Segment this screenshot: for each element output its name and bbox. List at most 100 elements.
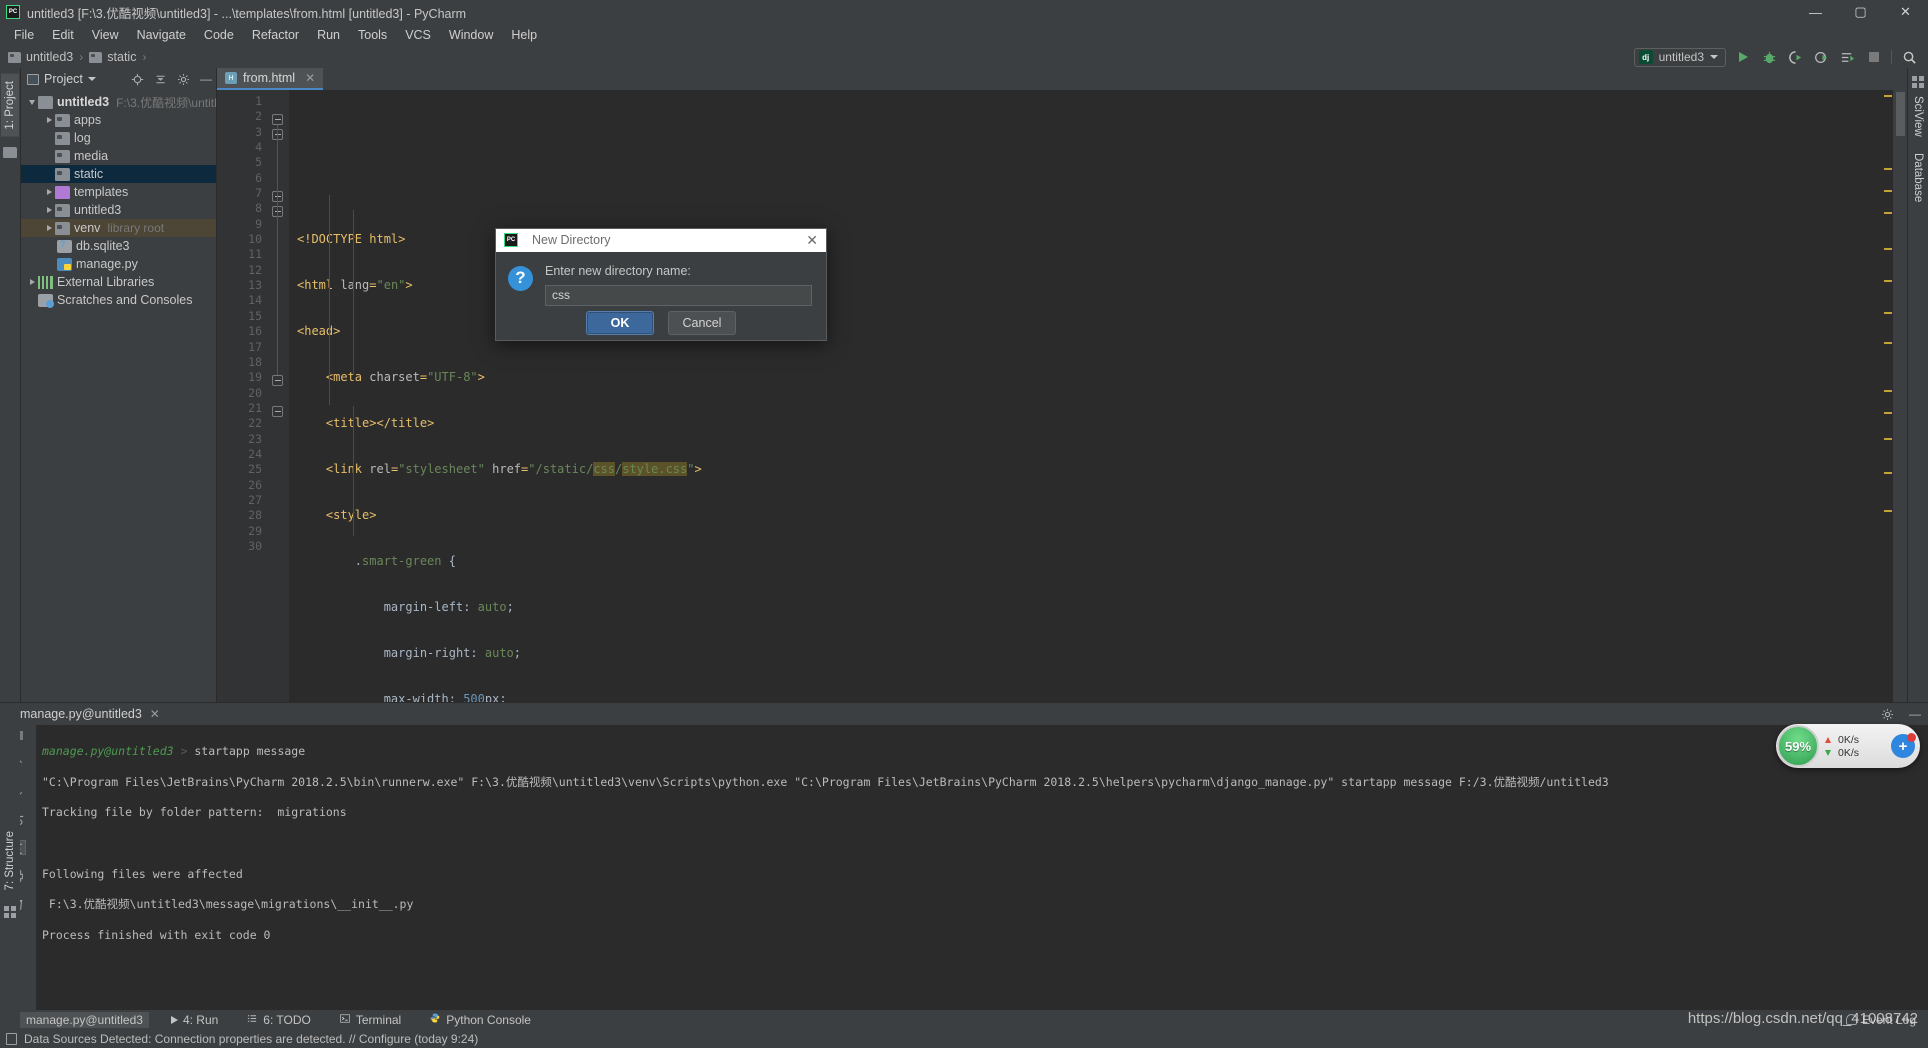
- status-message[interactable]: Data Sources Detected: Connection proper…: [24, 1032, 478, 1046]
- tw-button-terminal[interactable]: Terminal: [333, 1012, 407, 1028]
- menu-item-file[interactable]: File: [6, 26, 42, 44]
- tree-row-manage-py[interactable]: manage.py: [21, 255, 216, 273]
- folder-icon: [38, 95, 53, 109]
- layout-grid-icon[interactable]: [1912, 76, 1924, 88]
- tree-row-static[interactable]: static: [21, 165, 216, 183]
- hide-panel-icon[interactable]: —: [199, 72, 213, 86]
- folder-icon: [89, 51, 103, 63]
- ok-button[interactable]: OK: [586, 310, 654, 335]
- run-coverage-icon[interactable]: [1787, 49, 1804, 66]
- menu-item-refactor[interactable]: Refactor: [244, 26, 307, 44]
- tool-tab-sciview[interactable]: SciView: [1909, 88, 1927, 145]
- fold-handle-html[interactable]: [272, 114, 283, 125]
- maximize-button[interactable]: ▢: [1838, 0, 1883, 24]
- close-icon[interactable]: ✕: [806, 233, 818, 247]
- fold-handle-smartgreen-end[interactable]: [272, 375, 283, 386]
- chevron-down-icon[interactable]: [26, 96, 38, 108]
- fold-handle-smartgreen-h1[interactable]: [272, 406, 283, 417]
- close-icon[interactable]: ✕: [305, 71, 315, 85]
- chevron-right-icon[interactable]: [43, 222, 55, 234]
- debug-icon[interactable]: [1761, 49, 1778, 66]
- tool-tab-structure[interactable]: 7: Structure: [1, 823, 19, 898]
- tree-row-scratches-consoles[interactable]: Scratches and Consoles: [21, 291, 216, 309]
- tw-button-manage-py[interactable]: manage.py@untitled3: [20, 1011, 149, 1028]
- search-everywhere-icon[interactable]: [1901, 49, 1918, 66]
- chevron-right-icon[interactable]: [43, 204, 55, 216]
- add-button[interactable]: +: [1891, 733, 1916, 758]
- folder-icon: [55, 167, 70, 181]
- breadcrumb-item-untitled3[interactable]: untitled3: [8, 50, 73, 64]
- library-icon: [38, 275, 53, 289]
- window-controls: — ▢ ✕: [1793, 0, 1928, 24]
- editor-tab-from-html[interactable]: H from.html ✕: [217, 68, 324, 90]
- line-number: 9: [255, 216, 262, 231]
- tree-row-untitled3[interactable]: untitled3 F:\3.优酷视频\untitled3: [21, 93, 216, 111]
- run-configuration-selector[interactable]: dj untitled3: [1633, 47, 1726, 67]
- run-with-params-icon[interactable]: [1839, 49, 1856, 66]
- title-bar: PC untitled3 [F:\3.优酷视频\untitled3] - ...…: [0, 0, 1928, 24]
- menu-item-window[interactable]: Window: [441, 26, 501, 44]
- tool-tab-database[interactable]: Database: [1909, 145, 1927, 210]
- scrollbar-thumb[interactable]: [1896, 92, 1905, 136]
- tree-row-templates[interactable]: templates: [21, 183, 216, 201]
- line-number: 28: [248, 508, 262, 523]
- chevron-right-icon[interactable]: [43, 114, 55, 126]
- new-directory-dialog: PC New Directory ✕ ? Enter new directory…: [495, 228, 827, 341]
- watermark-text: https://blog.csdn.net/qq_41008742: [1687, 1010, 1918, 1027]
- collapse-all-icon[interactable]: [153, 72, 167, 86]
- profile-icon[interactable]: [1813, 49, 1830, 66]
- no-arrow: [43, 168, 55, 180]
- stop-icon[interactable]: [1865, 49, 1882, 66]
- settings-gear-icon[interactable]: [1880, 707, 1894, 721]
- locate-icon[interactable]: [130, 72, 144, 86]
- run-console-output[interactable]: manage.py@untitled3 > startapp message "…: [36, 725, 1928, 1010]
- tree-row-media[interactable]: media: [21, 147, 216, 165]
- line-number: 24: [248, 446, 262, 461]
- tw-button-python-console[interactable]: Python Console: [423, 1011, 537, 1028]
- python-file-icon: [57, 257, 72, 271]
- cancel-button[interactable]: Cancel: [668, 310, 736, 335]
- run-tab-label[interactable]: manage.py@untitled3: [20, 707, 150, 721]
- tool-tab-project[interactable]: 1: Project: [1, 74, 19, 137]
- tree-row-log[interactable]: log: [21, 129, 216, 147]
- folder-icon[interactable]: [3, 146, 17, 158]
- menu-item-view[interactable]: View: [84, 26, 127, 44]
- settings-gear-icon[interactable]: [176, 72, 190, 86]
- tree-label: manage.py: [76, 257, 138, 271]
- folder-icon: [55, 131, 70, 145]
- close-icon[interactable]: ✕: [150, 707, 160, 721]
- chevron-right-icon[interactable]: [26, 276, 38, 288]
- run-config-label: untitled3: [1658, 50, 1704, 64]
- dialog-buttons: OK Cancel: [496, 306, 826, 340]
- tw-button-run[interactable]: 4: Run: [165, 1012, 224, 1028]
- tree-label: apps: [74, 113, 102, 127]
- menu-item-edit[interactable]: Edit: [44, 26, 82, 44]
- tree-row-apps[interactable]: apps: [21, 111, 216, 129]
- run-icon[interactable]: [1735, 49, 1752, 66]
- chevron-down-icon: [1710, 55, 1718, 59]
- network-speed-widget[interactable]: 59% 0K/s 0K/s +: [1776, 724, 1920, 768]
- menu-item-navigate[interactable]: Navigate: [129, 26, 194, 44]
- directory-name-input[interactable]: [545, 284, 812, 306]
- line-number: 30: [248, 538, 262, 553]
- chevron-down-icon[interactable]: [87, 77, 96, 81]
- run-panel-body: manage.py@untitled3 > startapp message "…: [0, 725, 1928, 1010]
- menu-item-code[interactable]: Code: [196, 26, 242, 44]
- structure-icon[interactable]: [4, 906, 16, 919]
- breadcrumb-item-static[interactable]: static: [89, 50, 136, 64]
- tree-row-untitled3-module[interactable]: untitled3: [21, 201, 216, 219]
- project-panel-title: Project: [44, 72, 83, 86]
- menu-item-vcs[interactable]: VCS: [397, 26, 439, 44]
- tree-row-venv[interactable]: venv library root: [21, 219, 216, 237]
- close-button[interactable]: ✕: [1883, 0, 1928, 24]
- chevron-right-icon[interactable]: [43, 186, 55, 198]
- menu-item-tools[interactable]: Tools: [350, 26, 395, 44]
- tw-button-todo[interactable]: 6: TODO: [240, 1012, 317, 1028]
- menu-item-run[interactable]: Run: [309, 26, 348, 44]
- menu-item-help[interactable]: Help: [503, 26, 545, 44]
- minimize-button[interactable]: —: [1793, 0, 1838, 24]
- hide-panel-icon[interactable]: —: [1908, 707, 1922, 721]
- tree-row-external-libraries[interactable]: External Libraries: [21, 273, 216, 291]
- tree-row-db-sqlite3[interactable]: db.sqlite3: [21, 237, 216, 255]
